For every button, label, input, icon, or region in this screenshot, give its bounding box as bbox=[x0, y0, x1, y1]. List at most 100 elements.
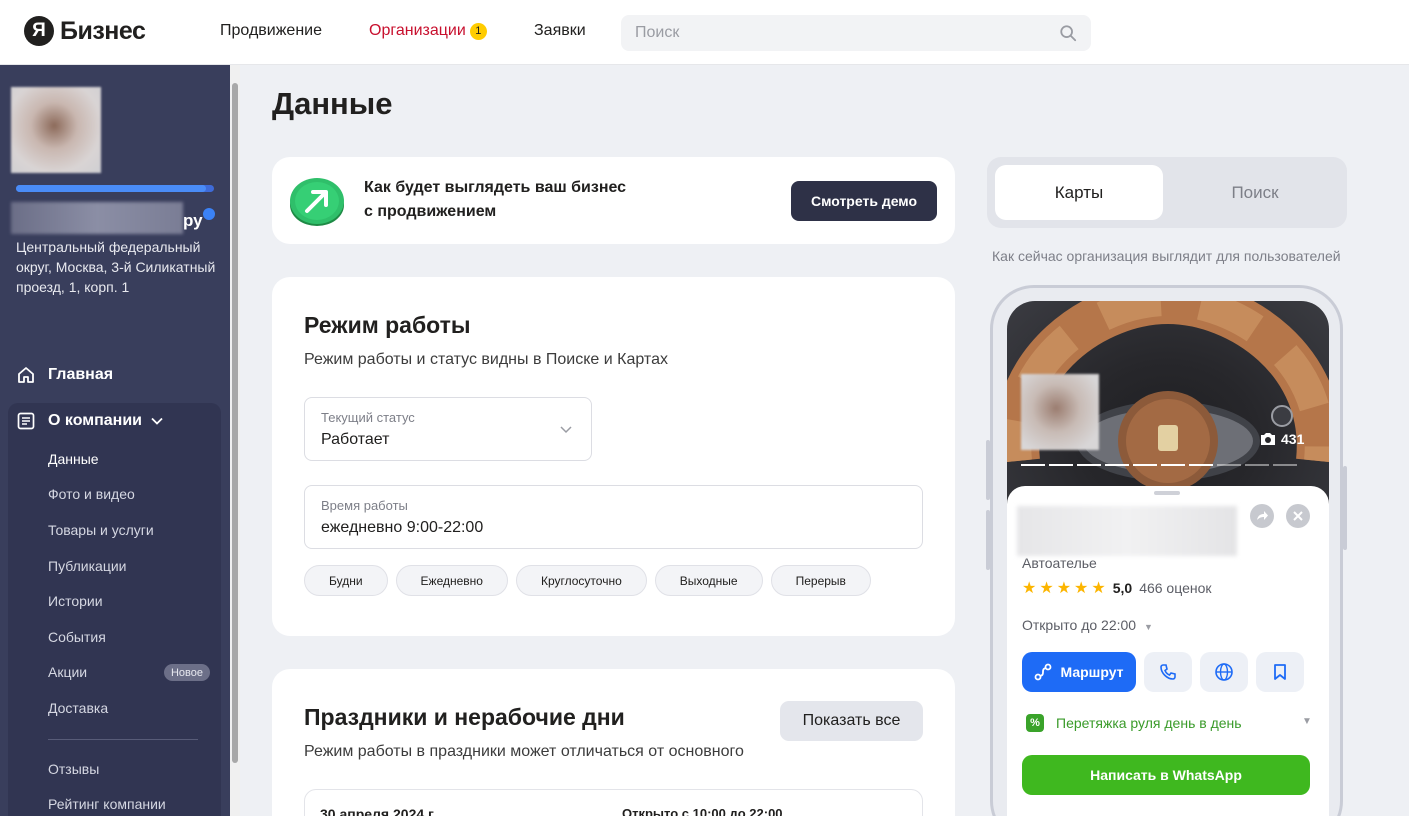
sidebar-item-stories[interactable]: Истории bbox=[48, 593, 103, 609]
chip-24h[interactable]: Круглосуточно bbox=[515, 565, 647, 596]
yandex-business-logo[interactable]: Я Бизнес bbox=[24, 16, 146, 46]
chip-weekdays[interactable]: Будни bbox=[304, 565, 388, 596]
logo-thumbnail bbox=[1021, 374, 1099, 450]
sidebar-content: ру Центральный федеральный округ, Москва… bbox=[0, 65, 230, 816]
chip-break[interactable]: Перерыв bbox=[770, 565, 871, 596]
star-icon: ★ bbox=[1091, 580, 1106, 597]
sidebar-item-delivery[interactable]: Доставка bbox=[48, 700, 108, 716]
sidebar: ру Центральный федеральный округ, Москва… bbox=[0, 65, 240, 816]
photo-pager bbox=[1021, 464, 1297, 466]
call-button[interactable] bbox=[1144, 652, 1192, 692]
share-button[interactable] bbox=[1250, 504, 1274, 528]
tab-maps[interactable]: Карты bbox=[995, 165, 1163, 220]
nav-promotion[interactable]: Продвижение bbox=[220, 22, 322, 40]
route-button[interactable]: Маршрут bbox=[1022, 652, 1136, 692]
percent-icon: % bbox=[1026, 714, 1044, 732]
hours-value: ежедневно 9:00-22:00 bbox=[321, 519, 484, 536]
photo-count-value: 431 bbox=[1281, 431, 1305, 447]
sidebar-scrollbar-thumb[interactable] bbox=[232, 83, 238, 763]
home-icon bbox=[18, 367, 34, 383]
preview-toggle: Карты Поиск bbox=[987, 157, 1347, 228]
star-icon: ★ bbox=[1074, 580, 1089, 597]
document-icon bbox=[17, 412, 35, 430]
drag-handle[interactable] bbox=[1154, 491, 1180, 495]
holiday-row[interactable]: 30 апреля 2024 г. Открыто с 10:00 до 22:… bbox=[304, 789, 923, 816]
sidebar-item-home[interactable]: Главная bbox=[16, 365, 113, 385]
growth-arrow-icon bbox=[290, 178, 344, 226]
sidebar-item-reviews[interactable]: Отзывы bbox=[48, 761, 99, 777]
nav-promotion-label: Продвижение bbox=[220, 22, 322, 39]
open-status-text: Открыто до 22:00 bbox=[1022, 617, 1137, 633]
caret-down-icon: ▼ bbox=[1143, 622, 1153, 632]
verified-icon bbox=[203, 208, 215, 220]
close-button[interactable] bbox=[1286, 504, 1310, 528]
organization-avatar[interactable] bbox=[11, 87, 101, 173]
chevron-down-icon bbox=[560, 426, 572, 434]
working-hours-field[interactable]: Время работы ежедневно 9:00-22:00 bbox=[304, 485, 923, 549]
close-icon bbox=[1293, 511, 1303, 521]
chevron-down-icon bbox=[151, 417, 163, 425]
promo-offer[interactable]: % Перетяжка руля день в день bbox=[1026, 714, 1242, 732]
sidebar-item-rating[interactable]: Рейтинг компании bbox=[48, 796, 166, 812]
sidebar-item-promos[interactable]: Акции bbox=[48, 664, 87, 680]
sidebar-item-about[interactable]: О компании bbox=[16, 411, 176, 431]
page-title: Данные bbox=[272, 86, 393, 121]
search-bar bbox=[621, 15, 1091, 51]
status-value: Работает bbox=[321, 431, 390, 448]
org-card-name-blurred bbox=[1017, 506, 1237, 556]
status-select[interactable]: Текущий статус Работает bbox=[304, 397, 592, 461]
share-icon bbox=[1257, 511, 1268, 520]
sidebar-item-goods[interactable]: Товары и услуги bbox=[48, 522, 154, 538]
whatsapp-button[interactable]: Написать в WhatsApp bbox=[1022, 755, 1310, 795]
open-status[interactable]: Открыто до 22:00 ▼ bbox=[1022, 617, 1153, 633]
nav-requests[interactable]: Заявки bbox=[534, 22, 586, 40]
top-header: Я Бизнес Продвижение Организации 1 Заявк… bbox=[0, 0, 1409, 65]
website-button[interactable] bbox=[1200, 652, 1248, 692]
holiday-date: 30 апреля 2024 г. bbox=[320, 806, 437, 816]
phone-preview: 431 Автоателье ★ ★ ★ ★ ★ 5,0 466 оценок … bbox=[990, 285, 1343, 816]
chip-daily[interactable]: Ежедневно bbox=[395, 565, 508, 596]
route-icon bbox=[1035, 663, 1052, 681]
bookmark-button[interactable] bbox=[1256, 652, 1304, 692]
organization-address: Центральный федеральный округ, Москва, 3… bbox=[16, 239, 216, 295]
photo-count[interactable]: 431 bbox=[1259, 431, 1304, 447]
schedule-presets: Будни Ежедневно Круглосуточно Выходные П… bbox=[304, 565, 871, 596]
sidebar-item-data[interactable]: Данные bbox=[48, 451, 99, 467]
nav-organizations-label: Организации bbox=[369, 22, 466, 39]
preview-caption: Как сейчас организация выглядит для поль… bbox=[992, 248, 1341, 264]
rating-value: 5,0 bbox=[1112, 580, 1133, 596]
schedule-subtitle: Режим работы и статус видны в Поиске и К… bbox=[304, 351, 668, 368]
nav-organizations[interactable]: Организации 1 bbox=[369, 22, 487, 40]
holidays-card: Праздники и нерабочие дни Режим работы в… bbox=[272, 669, 955, 816]
organization-name-blurred[interactable] bbox=[11, 202, 183, 234]
chip-weekends[interactable]: Выходные bbox=[654, 565, 763, 596]
logo-text: Бизнес bbox=[60, 16, 146, 45]
star-icon: ★ bbox=[1022, 580, 1037, 597]
organization-name-suffix: ру bbox=[183, 211, 203, 230]
profile-progress-bar bbox=[16, 185, 214, 192]
sidebar-item-events[interactable]: События bbox=[48, 629, 106, 645]
tab-search[interactable]: Поиск bbox=[1171, 165, 1339, 220]
bookmark-icon bbox=[1274, 664, 1286, 680]
logo-mark: Я bbox=[24, 16, 54, 46]
new-badge: Новое bbox=[164, 664, 210, 681]
search-input[interactable] bbox=[635, 24, 1059, 42]
rating-count: 466 оценок bbox=[1139, 580, 1212, 596]
notification-badge: 1 bbox=[469, 22, 487, 40]
sidebar-item-home-label: Главная bbox=[48, 366, 114, 383]
sidebar-item-photos[interactable]: Фото и видео bbox=[48, 486, 135, 502]
sidebar-divider bbox=[48, 739, 198, 740]
sidebar-item-publications[interactable]: Публикации bbox=[48, 558, 126, 574]
sidebar-scrollbar[interactable] bbox=[230, 65, 240, 816]
rating-row[interactable]: ★ ★ ★ ★ ★ 5,0 466 оценок bbox=[1022, 578, 1212, 598]
holidays-title: Праздники и нерабочие дни bbox=[304, 704, 625, 730]
show-all-button[interactable]: Показать все bbox=[780, 701, 923, 741]
status-label: Текущий статус bbox=[321, 410, 415, 425]
search-icon[interactable] bbox=[1059, 24, 1077, 42]
caret-down-icon[interactable]: ▼ bbox=[1302, 716, 1312, 727]
org-card-sheet: Автоателье ★ ★ ★ ★ ★ 5,0 466 оценок Откр… bbox=[1007, 486, 1329, 816]
route-button-label: Маршрут bbox=[1060, 664, 1124, 680]
promo-text-line2: с продвижением bbox=[364, 203, 497, 220]
watch-demo-button[interactable]: Смотреть демо bbox=[791, 181, 937, 221]
star-icon: ★ bbox=[1056, 580, 1072, 597]
